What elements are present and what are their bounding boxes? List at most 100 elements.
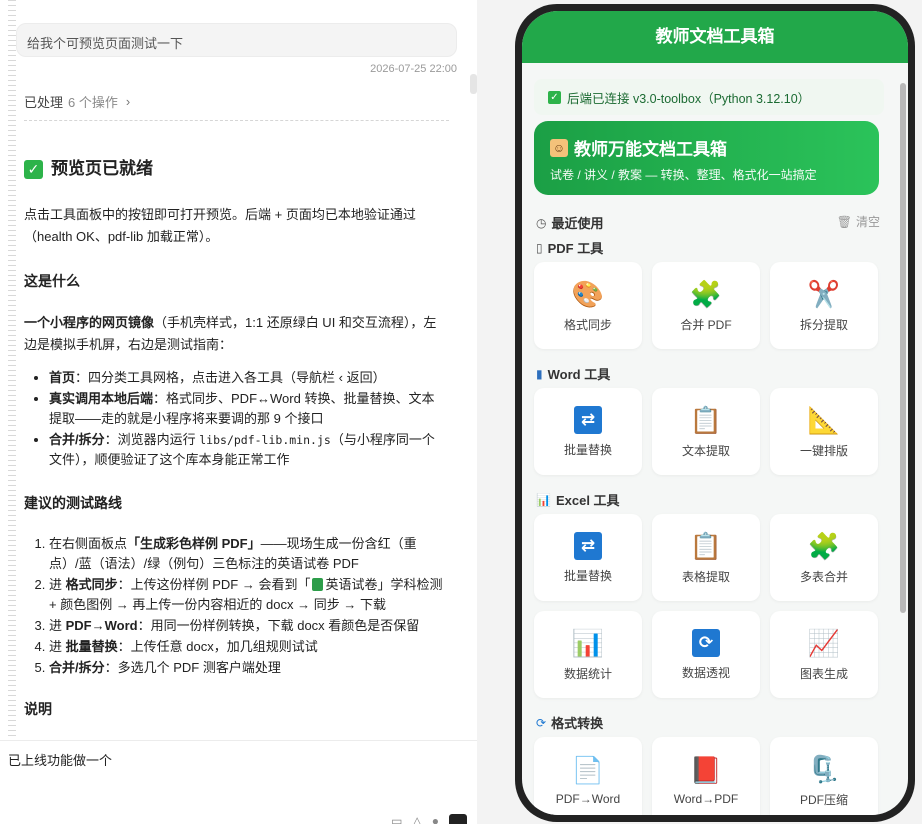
input-toolbar: ▭ △ ● bbox=[391, 814, 467, 824]
tool-label: 拆分提取 bbox=[799, 317, 848, 332]
tool-card-stats[interactable]: 📊 数据统计 bbox=[534, 611, 642, 698]
tool-card-word-to-pdf[interactable]: 📕 Word→PDF bbox=[652, 737, 760, 815]
bar-chart-icon: 📊 bbox=[536, 492, 551, 507]
recent-label: 最近使用 bbox=[551, 216, 604, 231]
pdf-tools-grid: 🎨 格式同步 🧩 合并 PDF ✂️ 拆分提取 bbox=[534, 262, 879, 349]
list-item: 真实调用本地后端：格式同步、PDF↔Word 转换、批量替换、文本提取——走的就… bbox=[49, 389, 444, 429]
bar-chart-icon: 📊 bbox=[571, 627, 605, 658]
check-mark-icon: ✓ bbox=[24, 159, 43, 179]
steps-list: 在右侧面板点「生成彩色样例 PDF」——现场生成一份含红（重点）/蓝（语法）/绿… bbox=[24, 534, 444, 678]
step-bold: 「生成彩色样例 PDF」 bbox=[127, 536, 261, 551]
book-icon: ▮ bbox=[536, 366, 543, 381]
scrollbar[interactable] bbox=[470, 74, 477, 94]
refresh-icon: ⟳ bbox=[692, 628, 720, 657]
clear-button[interactable]: 🗑 清空 bbox=[837, 213, 880, 230]
step-bold: 合并/拆分 bbox=[49, 660, 105, 675]
clipboard-icon: 📋 bbox=[689, 404, 723, 435]
chat-input[interactable]: 已上线功能做一个 ▭ △ ● bbox=[0, 740, 477, 824]
tool-label: PDF→Word bbox=[555, 792, 621, 806]
repeat-icon: ⇄ bbox=[574, 405, 602, 434]
step-text: ：上传这份样例 PDF → 会看到「 bbox=[117, 577, 311, 592]
pdf-section-title: ▯ PDF 工具 bbox=[536, 238, 881, 257]
section-title-note: 说明 bbox=[24, 701, 52, 717]
mention-icon[interactable]: △ bbox=[413, 814, 422, 824]
tool-card-merge-pdf[interactable]: 🧩 合并 PDF bbox=[652, 262, 760, 349]
clipboard-icon: 📋 bbox=[689, 530, 723, 561]
tool-card-pivot[interactable]: ⟳ 数据透视 bbox=[652, 611, 760, 698]
tool-card-chart-gen[interactable]: 📈 图表生成 bbox=[770, 611, 878, 698]
tool-card-batch-replace[interactable]: ⇄ 批量替换 bbox=[534, 388, 642, 475]
step-prefix: 进 bbox=[49, 639, 66, 654]
section-title-route: 建议的测试路线 bbox=[24, 495, 122, 511]
page-icon: ▯ bbox=[536, 240, 543, 255]
scrollbar[interactable] bbox=[900, 83, 906, 613]
tool-card-pdf-to-word[interactable]: 📄 PDF→Word bbox=[534, 737, 642, 815]
connection-status: ✓ 后端已连接 v3.0-toolbox（Python 3.12.10） bbox=[534, 79, 884, 115]
preview-panel: 教师文档工具箱 ✓ 后端已连接 v3.0-toolbox（Python 3.12… bbox=[477, 0, 922, 824]
send-button[interactable] bbox=[449, 814, 467, 824]
section-label: 格式转换 bbox=[551, 716, 604, 731]
check-mark-icon: ✓ bbox=[548, 90, 561, 104]
clock-icon: ◷ bbox=[536, 215, 547, 230]
what-bold: 一个小程序的网页镜像 bbox=[24, 315, 155, 330]
divider bbox=[24, 120, 449, 121]
refresh-icon: ⟳ bbox=[536, 715, 547, 730]
attach-icon[interactable]: ▭ bbox=[391, 814, 402, 824]
teacher-icon: ☺ bbox=[550, 138, 568, 157]
trend-chart-icon: 📈 bbox=[807, 627, 841, 658]
tool-card-text-extract[interactable]: 📋 文本提取 bbox=[652, 388, 760, 475]
step-bold: PDF→Word bbox=[65, 618, 138, 633]
section-label: PDF 工具 bbox=[547, 241, 604, 256]
step-prefix: 进 bbox=[49, 618, 66, 633]
item-bold: 合并/拆分 bbox=[49, 432, 105, 447]
list-item: 在右侧面板点「生成彩色样例 PDF」——现场生成一份含红（重点）/蓝（语法）/绿… bbox=[49, 534, 444, 574]
tool-card-table-extract[interactable]: 📋 表格提取 bbox=[652, 514, 760, 601]
tool-label: 数据透视 bbox=[681, 665, 730, 680]
app-navbar: 教师文档工具箱 bbox=[522, 11, 908, 63]
intro-paragraph: 点击工具面板中的按钮即可打开预览。后端 + 页面均已本地验证通过（health … bbox=[24, 207, 416, 244]
tool-label: 格式同步 bbox=[563, 317, 612, 332]
word-tools-grid: ⇄ 批量替换 📋 文本提取 📐 一键排版 bbox=[534, 388, 879, 475]
tool-label: PDF压缩 bbox=[799, 792, 848, 807]
word-section-title: ▮ Word 工具 bbox=[536, 364, 881, 383]
convert-tools-grid: 📄 PDF→Word 📕 Word→PDF 🗜️ PDF压缩 bbox=[534, 737, 879, 815]
tool-card-format-sync[interactable]: 🎨 格式同步 bbox=[534, 262, 642, 349]
tool-label: 批量替换 bbox=[563, 568, 612, 583]
response-heading: ✓ 预览页已就绪 bbox=[24, 156, 444, 182]
tool-card-batch-replace[interactable]: ⇄ 批量替换 bbox=[534, 514, 642, 601]
puzzle-icon: 🧩 bbox=[689, 278, 723, 309]
list-item: 首页：四分类工具网格，点击进入各工具（导航栏 ‹ 返回） bbox=[49, 368, 444, 388]
tool-label: 多表合并 bbox=[799, 569, 848, 584]
tool-card-split[interactable]: ✂️ 拆分提取 bbox=[770, 262, 878, 349]
section-label: Word 工具 bbox=[547, 367, 611, 382]
palette-icon: 🎨 bbox=[571, 278, 605, 309]
chat-input-text[interactable]: 已上线功能做一个 bbox=[8, 750, 112, 769]
step-bold: 格式同步 bbox=[65, 577, 118, 592]
section-label: Excel 工具 bbox=[555, 493, 620, 508]
green-book-icon bbox=[312, 578, 324, 591]
tool-card-multi-merge[interactable]: 🧩 多表合并 bbox=[770, 514, 878, 601]
tool-label: 数据统计 bbox=[563, 666, 612, 681]
phone-frame: 教师文档工具箱 ✓ 后端已连接 v3.0-toolbox（Python 3.12… bbox=[515, 4, 915, 822]
tool-label: 文本提取 bbox=[681, 443, 730, 458]
list-item: 合并/拆分：多选几个 PDF 测客户端处理 bbox=[49, 658, 444, 678]
mic-icon[interactable]: ● bbox=[432, 814, 439, 824]
scissors-icon: ✂️ bbox=[807, 278, 841, 309]
chevron-right-icon: › bbox=[125, 94, 131, 109]
processed-count: 6 个操作 bbox=[68, 95, 118, 110]
processed-actions-toggle[interactable]: 已处理 6 个操作 › bbox=[24, 92, 130, 111]
tool-card-auto-layout[interactable]: 📐 一键排版 bbox=[770, 388, 878, 475]
convert-section-title: ⟳ 格式转换 bbox=[536, 713, 881, 732]
list-item: 进 格式同步：上传这份样例 PDF → 会看到「英语试卷」学科检测 + 颜色图例… bbox=[49, 575, 444, 615]
step-inner: 英语试卷 bbox=[325, 577, 378, 592]
list-item: 进 批量替换：上传任意 docx，加几组规则试试 bbox=[49, 637, 444, 657]
puzzle-icon: 🧩 bbox=[807, 530, 841, 561]
step-prefix: 在右侧面板点 bbox=[49, 536, 128, 551]
vise-icon: 🗜️ bbox=[807, 753, 841, 784]
step-text: ：上传任意 docx，加几组规则试试 bbox=[117, 639, 318, 654]
step-text: ：用同一份样例转换，下载 docx 看颜色是否保留 bbox=[137, 618, 420, 633]
hero-subtitle: 试卷 / 讲义 / 教案 — 转换、整理、格式化一站搞定 bbox=[550, 168, 817, 182]
document-icon: 📄 bbox=[571, 755, 605, 785]
connection-text: 后端已连接 v3.0-toolbox（Python 3.12.10） bbox=[567, 91, 811, 106]
tool-card-pdf-compress[interactable]: 🗜️ PDF压缩 bbox=[770, 737, 878, 815]
